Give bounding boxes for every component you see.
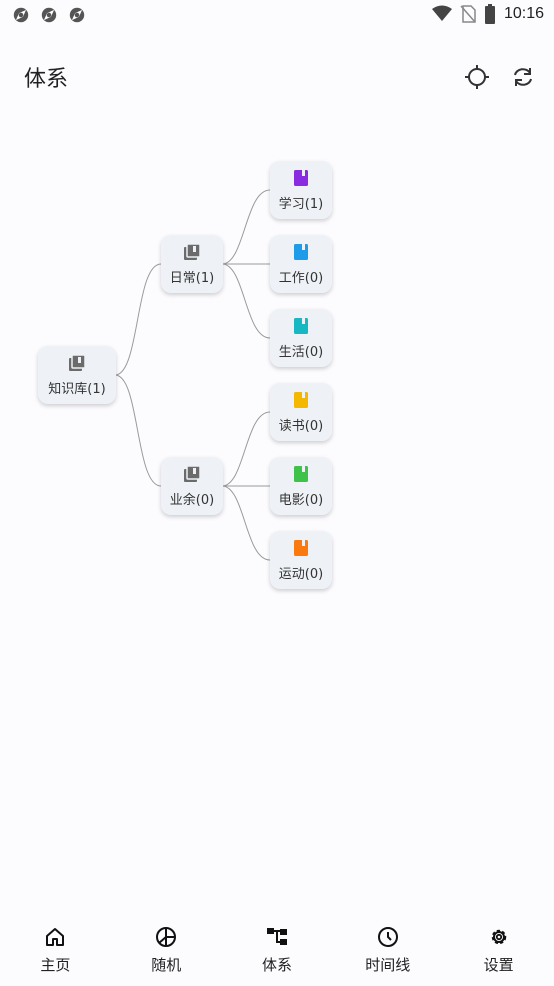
app-notification-icon xyxy=(69,7,85,23)
tree-node-root[interactable]: 知识库(1) xyxy=(38,346,116,404)
status-bar: 10:16 xyxy=(0,0,554,30)
clock-icon xyxy=(377,927,398,947)
page-title: 体系 xyxy=(24,67,69,92)
nav-label: 体系 xyxy=(261,956,292,974)
nav-label: 时间线 xyxy=(365,956,411,974)
home-icon xyxy=(46,928,65,946)
gear-icon xyxy=(491,929,506,945)
node-label: 电影(0) xyxy=(278,492,324,508)
node-label: 读书(0) xyxy=(278,418,324,434)
tree-node-group[interactable]: 业余(0) xyxy=(161,457,223,515)
nav-label: 设置 xyxy=(483,956,514,974)
node-label: 运动(0) xyxy=(278,566,324,582)
book-icon xyxy=(294,317,308,334)
app-notification-icon xyxy=(13,7,29,23)
random-icon xyxy=(156,927,177,947)
tree-node-leaf[interactable]: 学习(1) xyxy=(270,161,332,219)
library-icon xyxy=(184,242,201,260)
node-label: 学习(1) xyxy=(278,196,324,212)
library-icon xyxy=(69,353,86,371)
tree-node-leaf[interactable]: 电影(0) xyxy=(270,457,332,515)
tree-node-leaf[interactable]: 工作(0) xyxy=(270,235,332,293)
tree-node-leaf[interactable]: 生活(0) xyxy=(270,309,332,367)
app-bar: 体系 xyxy=(0,52,554,102)
node-label: 知识库(1) xyxy=(48,381,106,397)
sync-button[interactable] xyxy=(508,62,538,92)
battery-icon xyxy=(484,4,495,24)
tree-node-leaf[interactable]: 运动(0) xyxy=(270,531,332,589)
library-icon xyxy=(184,464,201,482)
wifi-icon xyxy=(431,5,452,21)
nav-label: 随机 xyxy=(151,956,182,974)
screen: 10:16 体系 知识库(1) 日常(1) 学习(1) 工作(0) 生活(0) … xyxy=(0,0,554,986)
nav-item-random[interactable]: 随机 xyxy=(111,918,222,986)
nav-label: 主页 xyxy=(40,956,71,974)
book-icon xyxy=(294,243,308,260)
node-label: 工作(0) xyxy=(278,270,324,286)
locate-icon xyxy=(465,65,489,89)
node-label: 生活(0) xyxy=(278,344,324,360)
tree-node-group[interactable]: 日常(1) xyxy=(161,235,223,293)
sync-icon xyxy=(514,68,532,86)
clock-time: 10:16 xyxy=(503,5,544,22)
nav-item-settings[interactable]: 设置 xyxy=(443,918,554,986)
book-icon xyxy=(294,169,308,186)
no-sim-icon xyxy=(460,5,476,23)
app-notification-icon xyxy=(41,7,57,23)
notification-icons xyxy=(12,6,86,24)
node-label: 业余(0) xyxy=(169,492,215,508)
nav-item-hierarchy[interactable]: 体系 xyxy=(222,918,333,986)
knowledge-tree: 知识库(1) 日常(1) 学习(1) 工作(0) 生活(0) 业余(0) 读书(… xyxy=(0,130,554,650)
locate-button[interactable] xyxy=(462,62,492,92)
system-icons: 10:16 xyxy=(431,4,544,24)
nav-item-timeline[interactable]: 时间线 xyxy=(332,918,443,986)
bottom-navigation: 主页 随机 体系 时间线 设置 xyxy=(0,918,554,986)
book-icon xyxy=(294,539,308,556)
nav-item-home[interactable]: 主页 xyxy=(0,918,111,986)
tree-node-leaf[interactable]: 读书(0) xyxy=(270,383,332,441)
hierarchy-icon xyxy=(266,928,287,945)
book-icon xyxy=(294,465,308,482)
book-icon xyxy=(294,391,308,408)
node-label: 日常(1) xyxy=(169,270,215,286)
